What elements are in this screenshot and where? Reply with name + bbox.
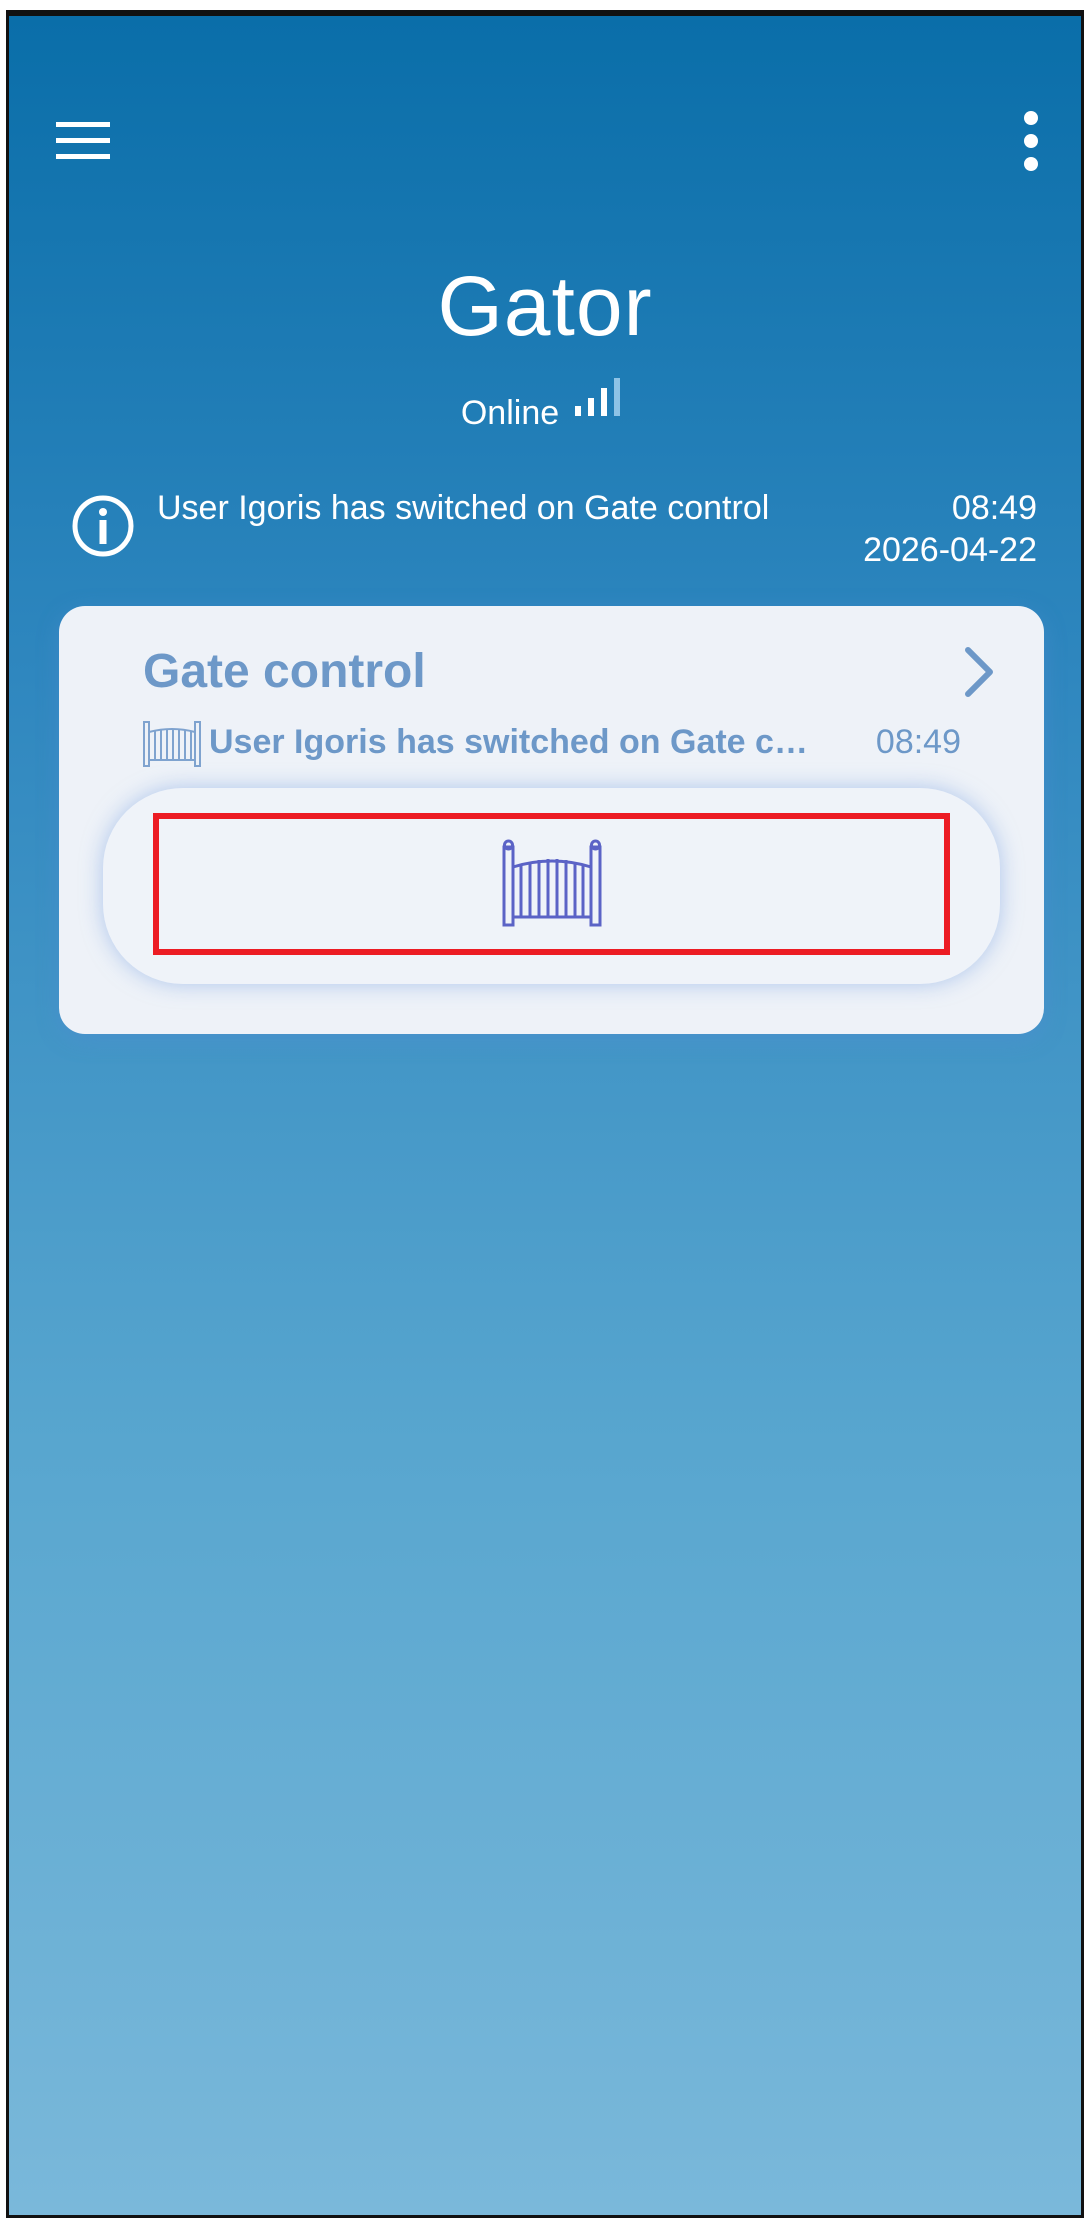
notification-date: 2026-04-22 [863,531,1037,569]
notification-message: User Igoris has switched on Gate control [157,489,770,527]
info-icon [71,494,135,558]
hamburger-menu-icon[interactable] [53,116,113,166]
status-label: Online [460,394,560,432]
app-screen: Gator Online User Igoris has switched on… [6,10,1084,2218]
gate-toggle-button[interactable] [153,813,950,955]
top-app-bar [9,16,1081,256]
gate-action-button-container [103,788,1000,984]
gate-control-card[interactable]: Gate control User Igoris has switched on… [59,606,1044,1034]
card-title: Gate control [143,645,426,698]
gate-icon [141,718,203,768]
connection-status: Online [9,376,1081,435]
signal-strength-icon [573,376,629,429]
last-event-time: 08:49 [875,723,961,761]
more-vertical-icon[interactable] [1011,108,1051,174]
notification-time: 08:49 [951,489,1037,527]
gate-icon [500,839,604,929]
chevron-right-icon[interactable] [958,644,998,700]
device-title: Gator [437,259,653,353]
last-event-row: User Igoris has switched on Gate control… [141,714,961,770]
last-notification[interactable]: User Igoris has switched on Gate control… [71,486,1037,586]
last-event-text: User Igoris has switched on Gate control [209,723,809,761]
